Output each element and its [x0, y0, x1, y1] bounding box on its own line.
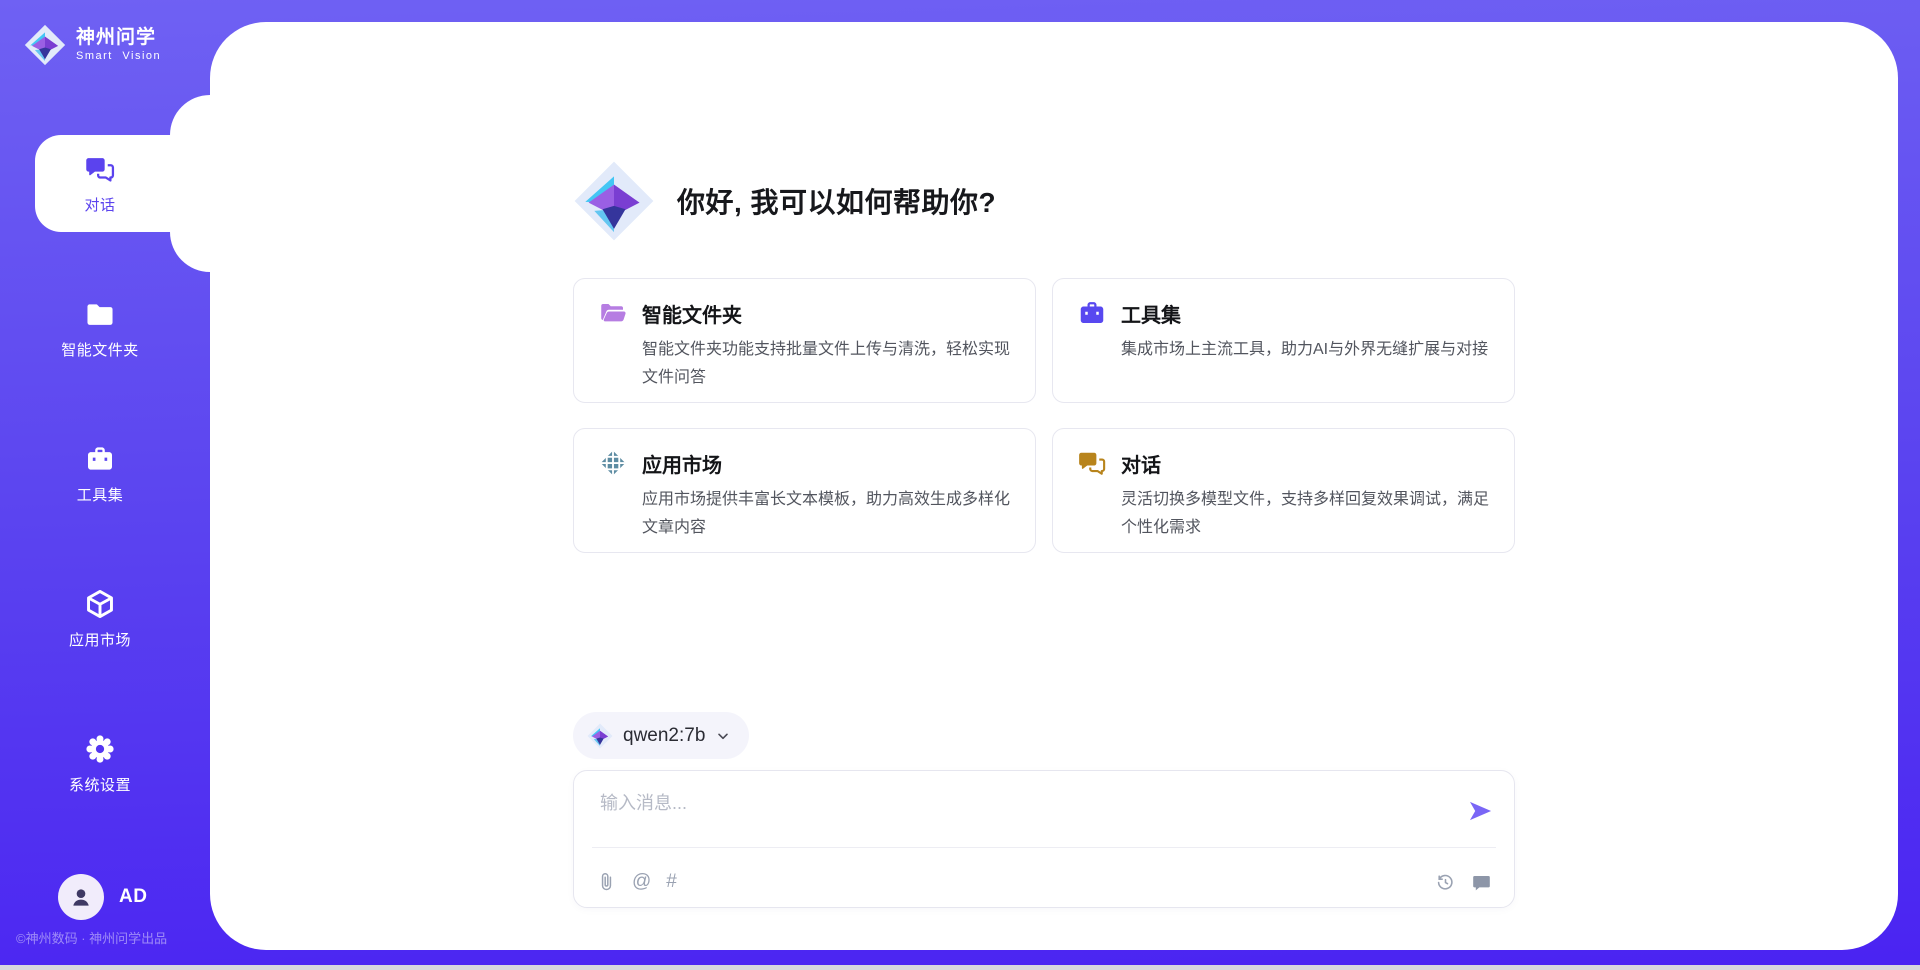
paperclip-icon [596, 872, 617, 893]
assistant-logo-icon [573, 160, 655, 242]
greeting: 你好, 我可以如何帮助你? [573, 160, 996, 242]
sidebar: 神州问学 Smart Vision 对话 智能文件夹 工具集 应用市场 系统设 [0, 0, 210, 970]
card-description: 应用市场提供丰富长文本模板，助力高效生成多样化文章内容 [642, 486, 1011, 542]
conversation-button[interactable] [1471, 872, 1492, 893]
model-name: qwen2:7b [623, 725, 705, 747]
sidebar-item-label: 对话 [84, 194, 115, 215]
brand: 神州问学 Smart Vision [24, 24, 161, 66]
attach-file-button[interactable] [596, 872, 617, 893]
tab-fillet-top [170, 95, 210, 135]
user-name: AD [119, 886, 147, 908]
composer-tools-left: @ # [596, 871, 677, 893]
window-bottom-edge [0, 965, 1920, 970]
folder-icon [84, 298, 116, 330]
topic-button[interactable]: # [666, 871, 677, 893]
card-app-market[interactable]: 应用市场 应用市场提供丰富长文本模板，助力高效生成多样化文章内容 [573, 428, 1036, 553]
card-chat[interactable]: 对话 灵活切换多模型文件，支持多样回复效果调试，满足个性化需求 [1052, 428, 1515, 553]
cube-grid-icon [598, 448, 628, 478]
send-icon [1466, 797, 1494, 825]
history-button[interactable] [1435, 872, 1456, 893]
hash-icon: # [666, 871, 677, 893]
copyright-footer: ©神州数码 · 神州问学出品 [16, 928, 167, 947]
message-input[interactable] [598, 787, 1442, 839]
feature-cards: 智能文件夹 智能文件夹功能支持批量文件上传与清洗，轻松实现文件问答 工具集 集成… [573, 278, 1515, 553]
gear-icon [84, 733, 116, 765]
send-button[interactable] [1466, 797, 1494, 825]
chevron-down-icon [715, 728, 731, 744]
card-title: 工具集 [1121, 299, 1490, 328]
sidebar-item-settings[interactable]: 系统设置 [0, 715, 200, 812]
main-panel: 你好, 我可以如何帮助你? 智能文件夹 智能文件夹功能支持批量文件上传与清洗，轻… [210, 22, 1898, 950]
tab-fillet-bottom [170, 232, 210, 272]
sidebar-item-label: 应用市场 [69, 629, 131, 650]
app-window: 神州问学 Smart Vision 对话 智能文件夹 工具集 应用市场 系统设 [0, 0, 1920, 970]
message-composer: @ # [573, 770, 1515, 908]
composer-toolbar: @ # [596, 871, 1492, 893]
sidebar-item-app-market[interactable]: 应用市场 [0, 570, 200, 667]
sidebar-item-label: 智能文件夹 [61, 339, 139, 360]
speech-bubble-icon [1471, 872, 1492, 893]
brand-subtitle: Smart Vision [76, 50, 161, 62]
chat-icon [1077, 448, 1107, 478]
sidebar-item-chat[interactable]: 对话 [0, 135, 200, 232]
at-icon: @ [632, 871, 651, 893]
mention-button[interactable]: @ [632, 871, 651, 893]
chat-icon [84, 153, 116, 185]
user-account[interactable]: AD [58, 874, 147, 920]
sidebar-item-smart-folder[interactable]: 智能文件夹 [0, 280, 200, 377]
sidebar-item-toolset[interactable]: 工具集 [0, 425, 200, 522]
composer-divider [592, 847, 1496, 848]
card-title: 智能文件夹 [642, 299, 1011, 328]
brand-logo-icon [24, 24, 66, 66]
card-smart-folder[interactable]: 智能文件夹 智能文件夹功能支持批量文件上传与清洗，轻松实现文件问答 [573, 278, 1036, 403]
brand-name: 神州问学 [76, 28, 161, 49]
card-description: 灵活切换多模型文件，支持多样回复效果调试，满足个性化需求 [1121, 486, 1490, 542]
card-title: 应用市场 [642, 449, 1011, 478]
sidebar-item-label: 系统设置 [69, 774, 131, 795]
card-toolset[interactable]: 工具集 集成市场上主流工具，助力AI与外界无缝扩展与对接 [1052, 278, 1515, 403]
composer-tools-right [1435, 872, 1492, 893]
person-icon [67, 883, 95, 911]
history-icon [1435, 872, 1456, 893]
toolbox-icon [84, 443, 116, 475]
avatar [58, 874, 104, 920]
card-title: 对话 [1121, 449, 1490, 478]
sidebar-item-label: 工具集 [77, 484, 124, 505]
greeting-text: 你好, 我可以如何帮助你? [677, 181, 996, 221]
cube-icon [84, 588, 116, 620]
toolbox-icon [1077, 298, 1107, 328]
model-selector[interactable]: qwen2:7b [573, 712, 749, 759]
folder-open-icon [598, 298, 628, 328]
model-logo-icon [587, 723, 613, 749]
card-description: 集成市场上主流工具，助力AI与外界无缝扩展与对接 [1121, 336, 1490, 382]
card-description: 智能文件夹功能支持批量文件上传与清洗，轻松实现文件问答 [642, 336, 1011, 392]
